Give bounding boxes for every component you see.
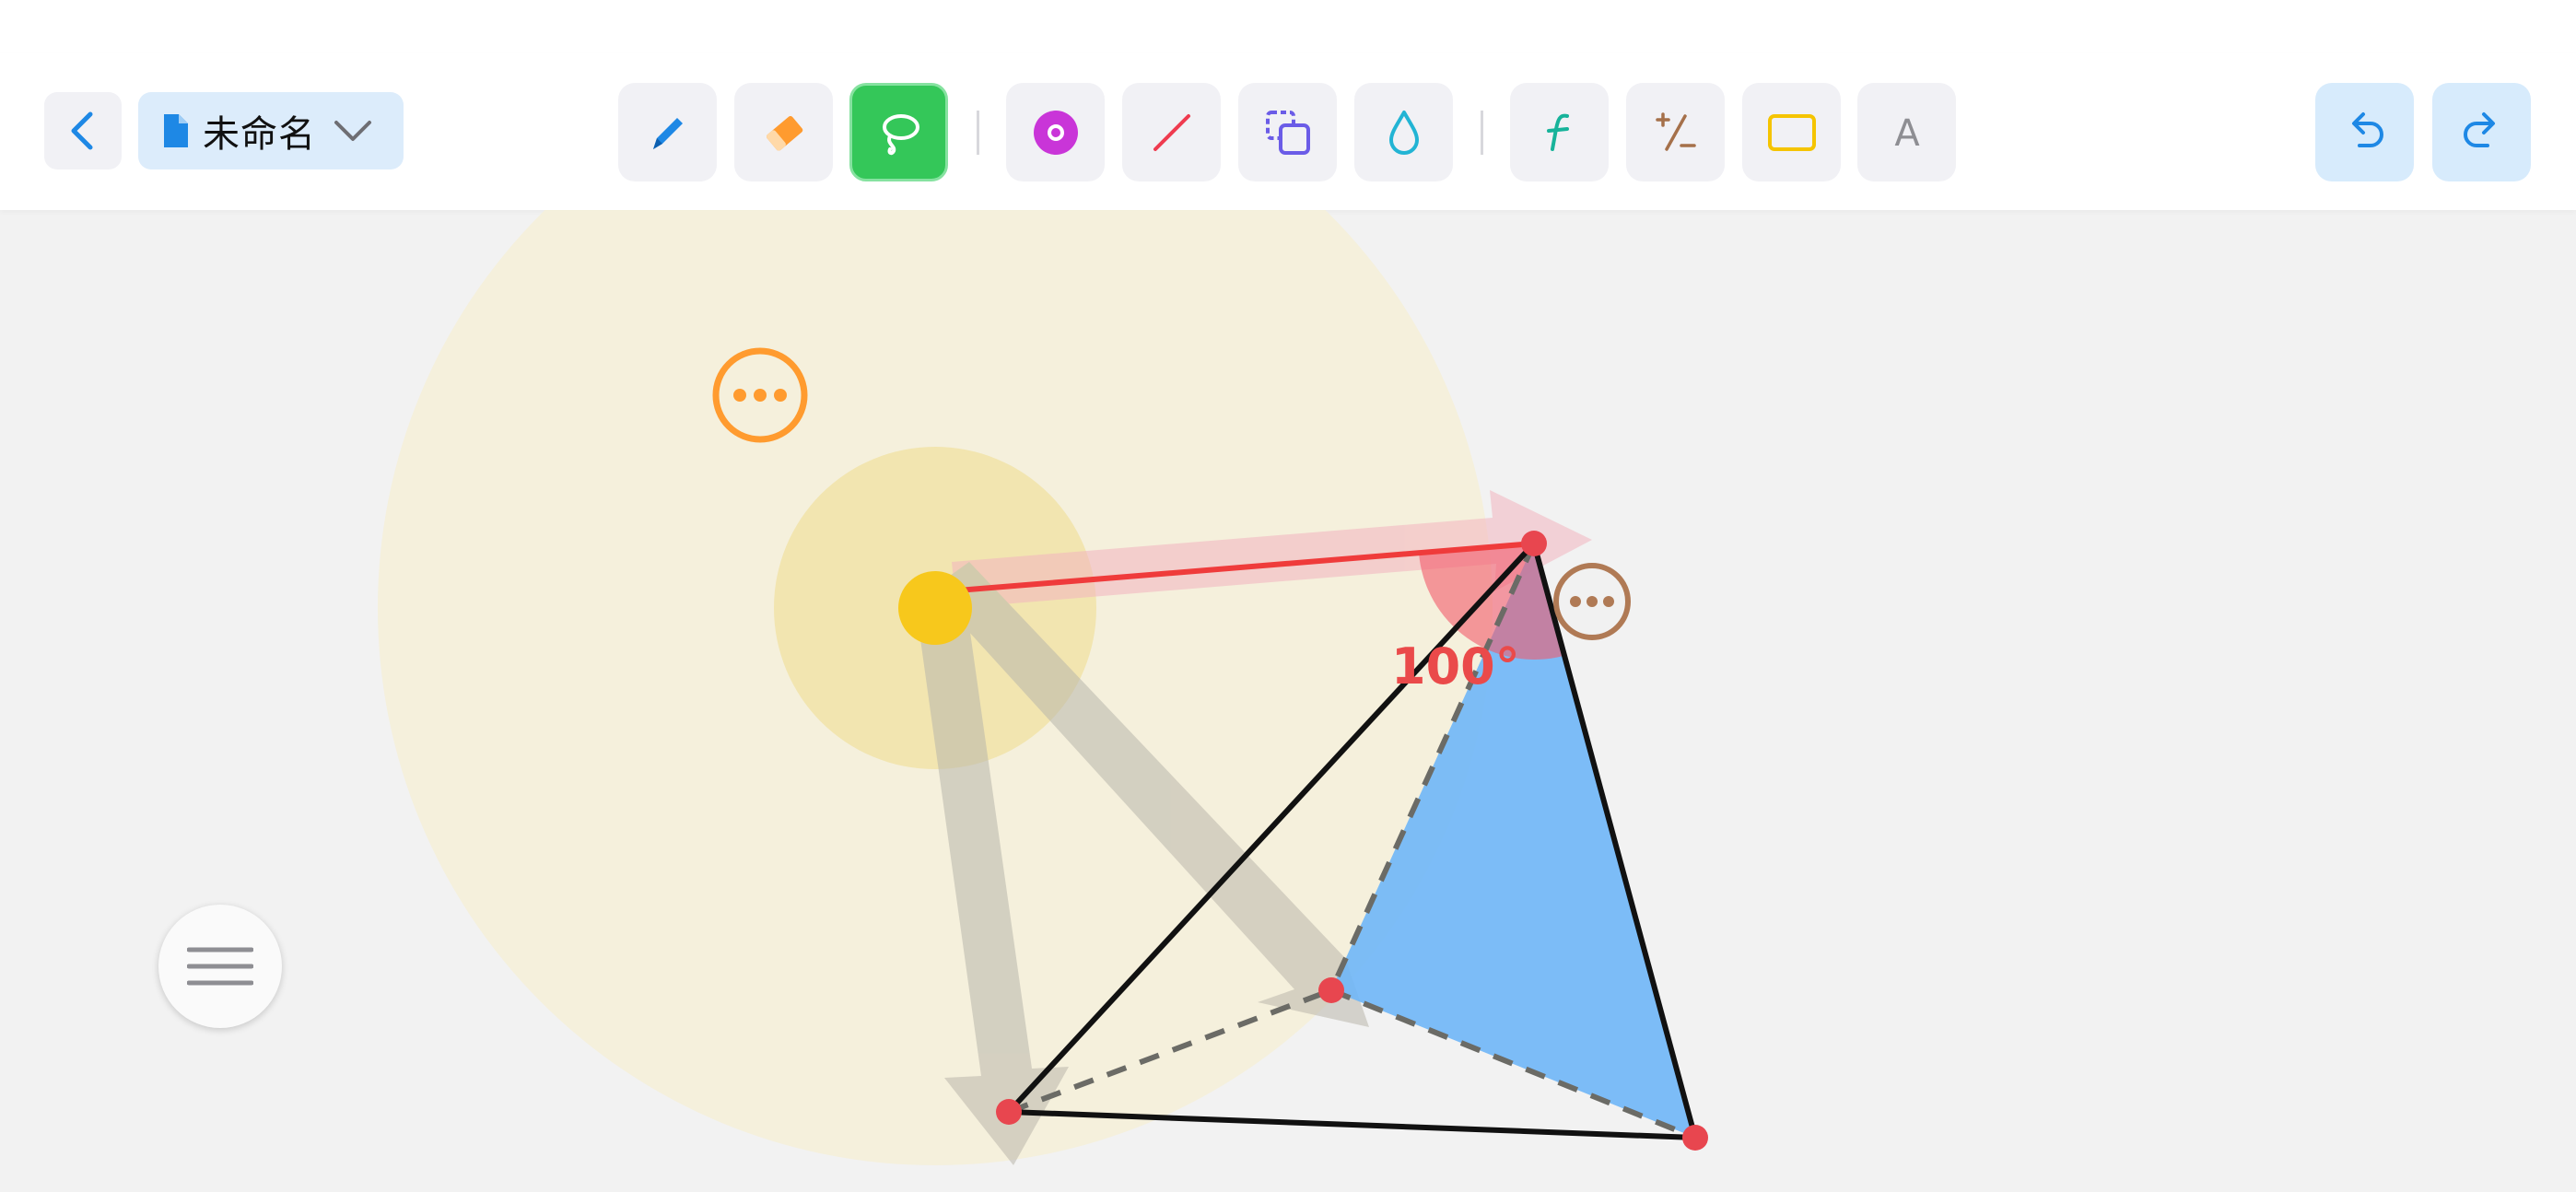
pen-tool-button[interactable] [618, 83, 717, 181]
text-tool-button[interactable]: A [1857, 83, 1956, 181]
lasso-icon [882, 113, 919, 155]
pencil-icon [652, 117, 683, 149]
document-title: 未命名 [203, 113, 316, 156]
vertex-point[interactable] [1521, 531, 1547, 556]
menu-button[interactable] [158, 905, 282, 1028]
undo-icon [2351, 111, 2383, 147]
function-icon [1546, 113, 1569, 151]
vertex-point[interactable] [996, 1099, 1022, 1125]
document-icon [164, 114, 188, 147]
center-point[interactable] [898, 571, 972, 645]
rectangle-icon [1767, 113, 1816, 151]
copy-icon [1265, 110, 1310, 155]
eraser-icon [766, 115, 802, 151]
chevron-down-icon [334, 121, 371, 141]
angle-label: 100° [1391, 637, 1520, 695]
document-selector[interactable]: 未命名 [138, 92, 404, 169]
drop-icon [1388, 110, 1419, 155]
text-tool-glyph: A [1894, 112, 1920, 155]
text-icon: A [1894, 112, 1920, 155]
plus-minus-tool-button[interactable] [1626, 83, 1725, 181]
back-button[interactable] [44, 92, 122, 169]
canvas-drawing: 100° [378, 210, 1708, 1165]
fill-tool-button[interactable] [1354, 83, 1453, 181]
toolbar-separator [977, 111, 979, 155]
vertex-point[interactable] [1682, 1125, 1708, 1151]
drawing-canvas[interactable]: 100° [0, 210, 2576, 1188]
redo-button[interactable] [2432, 83, 2531, 181]
hamburger-icon [187, 947, 253, 986]
eraser-tool-button[interactable] [734, 83, 833, 181]
lasso-tool-button[interactable] [849, 83, 948, 181]
more-options-brown-button[interactable] [1553, 563, 1631, 640]
undo-button[interactable] [2315, 83, 2414, 181]
chevron-left-icon [71, 111, 93, 150]
toolbar-separator [1481, 111, 1483, 155]
line-tool-button[interactable] [1122, 83, 1221, 181]
plus-minus-icon [1655, 111, 1696, 151]
point-icon [1033, 110, 1078, 155]
toolbar: 未命名 A [0, 53, 2576, 210]
duplicate-tool-button[interactable] [1238, 83, 1337, 181]
rectangle-tool-button[interactable] [1742, 83, 1841, 181]
function-tool-button[interactable] [1510, 83, 1609, 181]
point-tool-button[interactable] [1006, 83, 1105, 181]
status-bar-area [0, 0, 2576, 53]
vertex-point[interactable] [1318, 977, 1344, 1003]
redo-icon [2463, 111, 2495, 147]
line-icon [1153, 113, 1190, 151]
